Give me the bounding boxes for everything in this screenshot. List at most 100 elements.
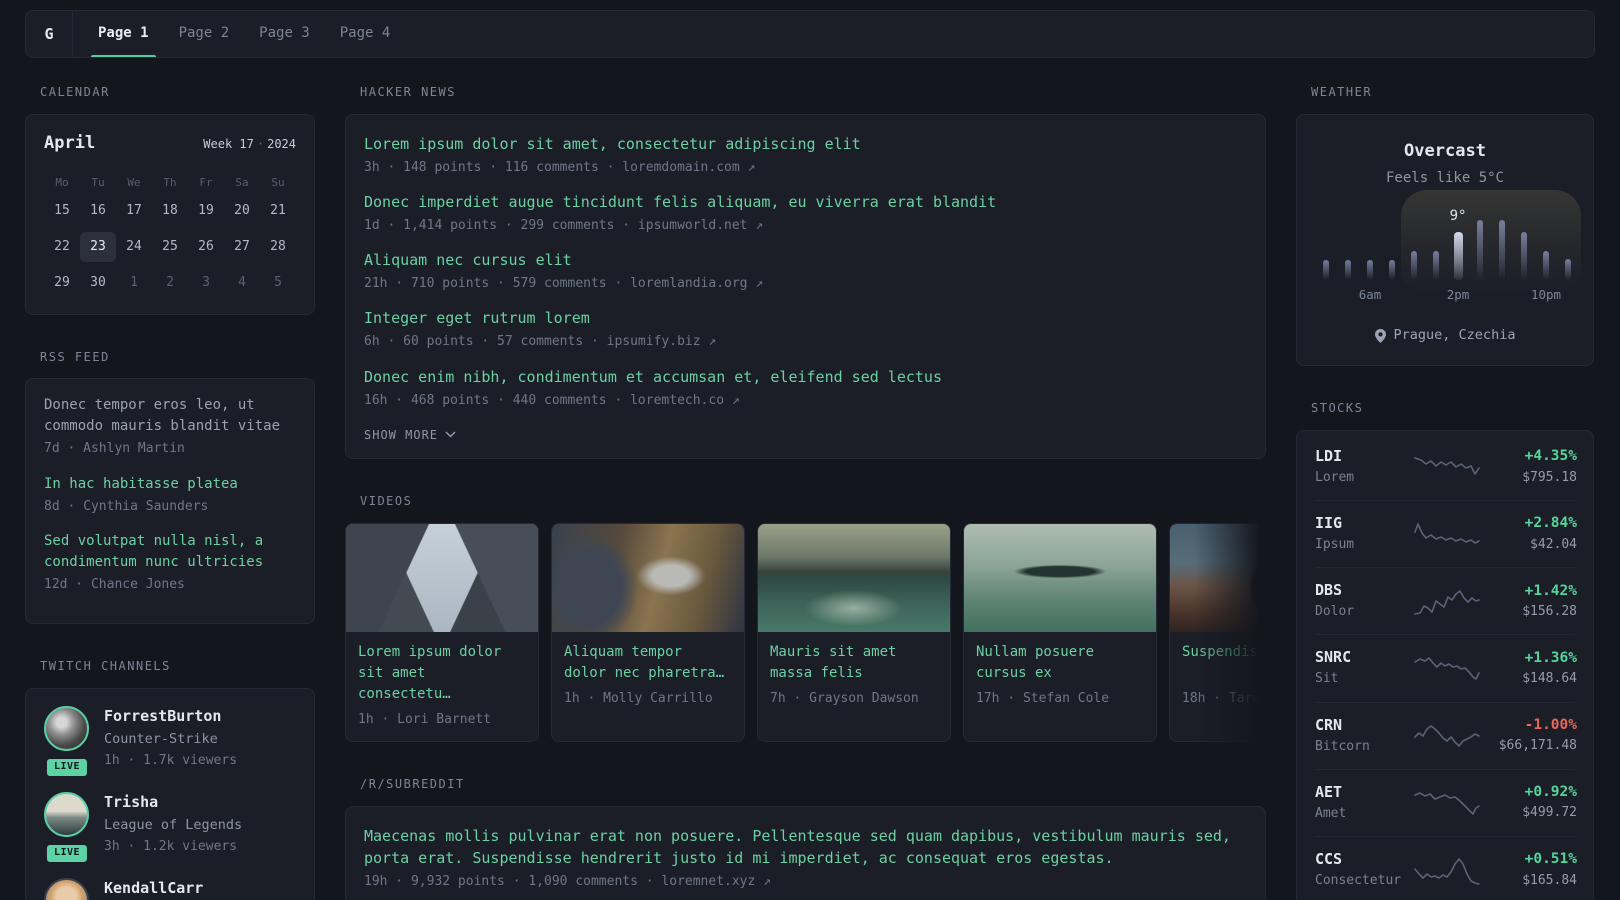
stock-name: Bitcorn (1315, 738, 1370, 754)
chevron-down-icon (445, 431, 456, 438)
stock-id: AET Amet (1315, 782, 1413, 823)
calendar-month: April (44, 132, 96, 153)
video-title[interactable]: Lorem ipsum dolor sit amet consectetu… (358, 642, 526, 705)
stock-values: +1.42% $156.28 (1481, 581, 1577, 621)
rss-card: Donec tempor eros leo, ut commodo mauris… (25, 378, 315, 624)
video-thumbnail (964, 523, 1156, 632)
twitch-avatar-wrap: LIVE (44, 791, 90, 864)
video-title[interactable]: Mauris sit amet massa felis (770, 642, 938, 684)
calendar-header: April Week 17 · 2024 (44, 132, 296, 156)
dashboard-columns: CALENDAR April Week 17 · 2024 Mo Tu We T… (25, 84, 1595, 900)
location-pin-icon (1374, 328, 1386, 343)
avatar (44, 705, 89, 751)
video-meta: 17h · Stefan Cole (976, 690, 1110, 706)
calendar-date: 23 (80, 232, 116, 263)
stock-row[interactable]: DBS Dolor +1.42% $156.28 (1315, 568, 1577, 636)
hacker-news-list: Lorem ipsum dolor sit amet, consectetur … (364, 133, 1247, 410)
stock-price: $156.28 (1522, 603, 1577, 619)
app-logo[interactable]: G (26, 11, 73, 57)
calendar-date: 16 (90, 202, 106, 218)
weather-hour-column (1469, 220, 1491, 281)
hacker-news-item-title[interactable]: Donec enim nibh, condimentum et accumsan… (364, 366, 1247, 388)
sparkline-path (1414, 857, 1480, 885)
twitch-channel-name[interactable]: Trisha (104, 792, 242, 813)
twitch-channel-name[interactable]: KendallCarr (104, 878, 203, 899)
stock-name: Amet (1315, 805, 1347, 821)
weather-bar (1477, 220, 1483, 281)
hacker-news-widget: HACKER NEWS Lorem ipsum dolor sit amet, … (345, 84, 1266, 459)
videos-section-label: VIDEOS (360, 493, 413, 508)
dot-separator: · (256, 136, 265, 151)
video-meta: 7h · Grayson Dawson (770, 690, 919, 706)
stocks-card: LDI Lorem +4.35% $795.18 IIG Ipsum +2.84… (1296, 429, 1594, 900)
subreddit-post-title[interactable]: Maecenas mollis pulvinar erat non posuer… (364, 825, 1247, 869)
stock-row[interactable]: SNRC Sit +1.36% $148.64 (1315, 635, 1577, 703)
page-tabs: Page 1 Page 2 Page 3 Page 4 (83, 11, 405, 57)
stock-values: +1.36% $148.64 (1481, 648, 1577, 688)
twitch-channel-name[interactable]: ForrestBurton (104, 706, 237, 727)
stock-ticker: AET (1315, 782, 1343, 801)
weather-time-label: 6am (1358, 287, 1382, 303)
weather-hourly-chart: 6am 9° 2pm 10pm (1315, 190, 1581, 302)
weather-bar (1389, 260, 1395, 281)
weather-feels-like: Feels like 5°C (1385, 169, 1504, 186)
calendar-date: 26 (198, 239, 214, 255)
page-tab[interactable]: Page 1 (91, 11, 156, 57)
twitch-channel-category: League of Legends (104, 816, 243, 833)
rss-item-meta: 12d · Chance Jones (44, 576, 185, 592)
stock-row[interactable]: LDI Lorem +4.35% $795.18 (1315, 434, 1577, 502)
left-column: CALENDAR April Week 17 · 2024 Mo Tu We T… (25, 84, 315, 900)
twitch-channel-row[interactable]: KendallCarr (44, 877, 296, 900)
video-card[interactable]: Suspendisse diam 18h · Tara (1169, 522, 1266, 742)
stock-ticker: CRN (1315, 715, 1343, 734)
twitch-channel-row[interactable]: LIVE ForrestBurton Counter-Strike 1h · 1… (44, 705, 296, 778)
stock-name: Sit (1315, 671, 1339, 687)
page-tab[interactable]: Page 2 (177, 11, 232, 57)
hacker-news-show-more-button[interactable]: SHOW MORE (364, 428, 456, 442)
video-title[interactable]: Nullam posuere cursus ex (976, 642, 1144, 684)
video-title[interactable]: Suspendisse diam (1182, 642, 1266, 684)
hacker-news-item-meta[interactable]: 6h · 60 points · 57 comments · ipsumify.… (364, 333, 1247, 351)
hacker-news-item-title[interactable]: Aliquam nec cursus elit (364, 249, 1247, 271)
rss-item-title[interactable]: Donec tempor eros leo, ut commodo mauris… (44, 395, 296, 437)
rss-item-title[interactable]: Sed volutpat nulla nisl, a condimentum n… (44, 531, 296, 573)
video-card[interactable]: Lorem ipsum dolor sit amet consectetu… 1… (345, 522, 539, 742)
twitch-channel-row[interactable]: LIVE Trisha League of Legends 3h · 1.2k … (44, 791, 296, 864)
page-tab[interactable]: Page 4 (338, 11, 393, 57)
hacker-news-item-meta[interactable]: 1d · 1,414 points · 299 comments · ipsum… (364, 217, 1247, 235)
video-title[interactable]: Aliquam tempor dolor nec pharetra… (564, 642, 732, 684)
stock-row[interactable]: CRN Bitcorn -1.00% $66,171.48 (1315, 703, 1577, 770)
hacker-news-item-meta[interactable]: 16h · 468 points · 440 comments · loremt… (364, 392, 1247, 410)
live-badge: LIVE (44, 842, 90, 864)
subreddit-post-meta[interactable]: 19h · 9,932 points · 1,090 comments · lo… (364, 873, 1247, 891)
video-card[interactable]: Nullam posuere cursus ex 17h · Stefan Co… (963, 522, 1157, 742)
calendar-date: 22 (54, 239, 70, 255)
hacker-news-item-title[interactable]: Lorem ipsum dolor sit amet, consectetur … (364, 133, 1247, 155)
twitch-channel-info: Trisha League of Legends 3h · 1.2k viewe… (104, 792, 242, 856)
hacker-news-item: Integer eget rutrum lorem 6h · 60 points… (364, 307, 1247, 351)
calendar-date: 17 (126, 202, 142, 218)
stock-row[interactable]: AET Amet +0.92% $499.72 (1315, 770, 1577, 837)
calendar-date: 15 (54, 202, 70, 218)
stock-sparkline (1413, 720, 1481, 750)
hacker-news-item-title[interactable]: Donec imperdiet augue tincidunt felis al… (364, 191, 1247, 213)
hacker-news-item-title[interactable]: Integer eget rutrum lorem (364, 307, 1247, 329)
calendar-date: 24 (126, 239, 142, 255)
stock-row[interactable]: IIG Ipsum +2.84% $42.04 (1315, 501, 1577, 569)
weather-bar (1323, 260, 1329, 281)
hacker-news-item-meta[interactable]: 3h · 148 points · 116 comments · loremdo… (364, 159, 1247, 177)
rss-item-title[interactable]: In hac habitasse platea (44, 474, 296, 495)
calendar-date: 30 (90, 275, 106, 291)
stock-sparkline (1413, 787, 1481, 817)
video-card[interactable]: Aliquam tempor dolor nec pharetra… 1h · … (551, 522, 745, 742)
show-more-label: SHOW MORE (364, 427, 439, 442)
video-card[interactable]: Mauris sit amet massa felis 7h · Grayson… (757, 522, 951, 742)
stock-row[interactable]: CCS Consectetur +0.51% $165.84 (1315, 837, 1577, 900)
page-tab[interactable]: Page 3 (257, 11, 312, 57)
stock-id: CRN Bitcorn (1315, 715, 1413, 756)
hacker-news-item-meta[interactable]: 21h · 710 points · 579 comments · loreml… (364, 275, 1247, 293)
weather-hour-column (1513, 220, 1535, 281)
stock-sparkline (1413, 451, 1481, 481)
weather-hour-column: 6am (1359, 220, 1381, 302)
video-card-body: Aliquam tempor dolor nec pharetra… 1h · … (552, 632, 744, 720)
